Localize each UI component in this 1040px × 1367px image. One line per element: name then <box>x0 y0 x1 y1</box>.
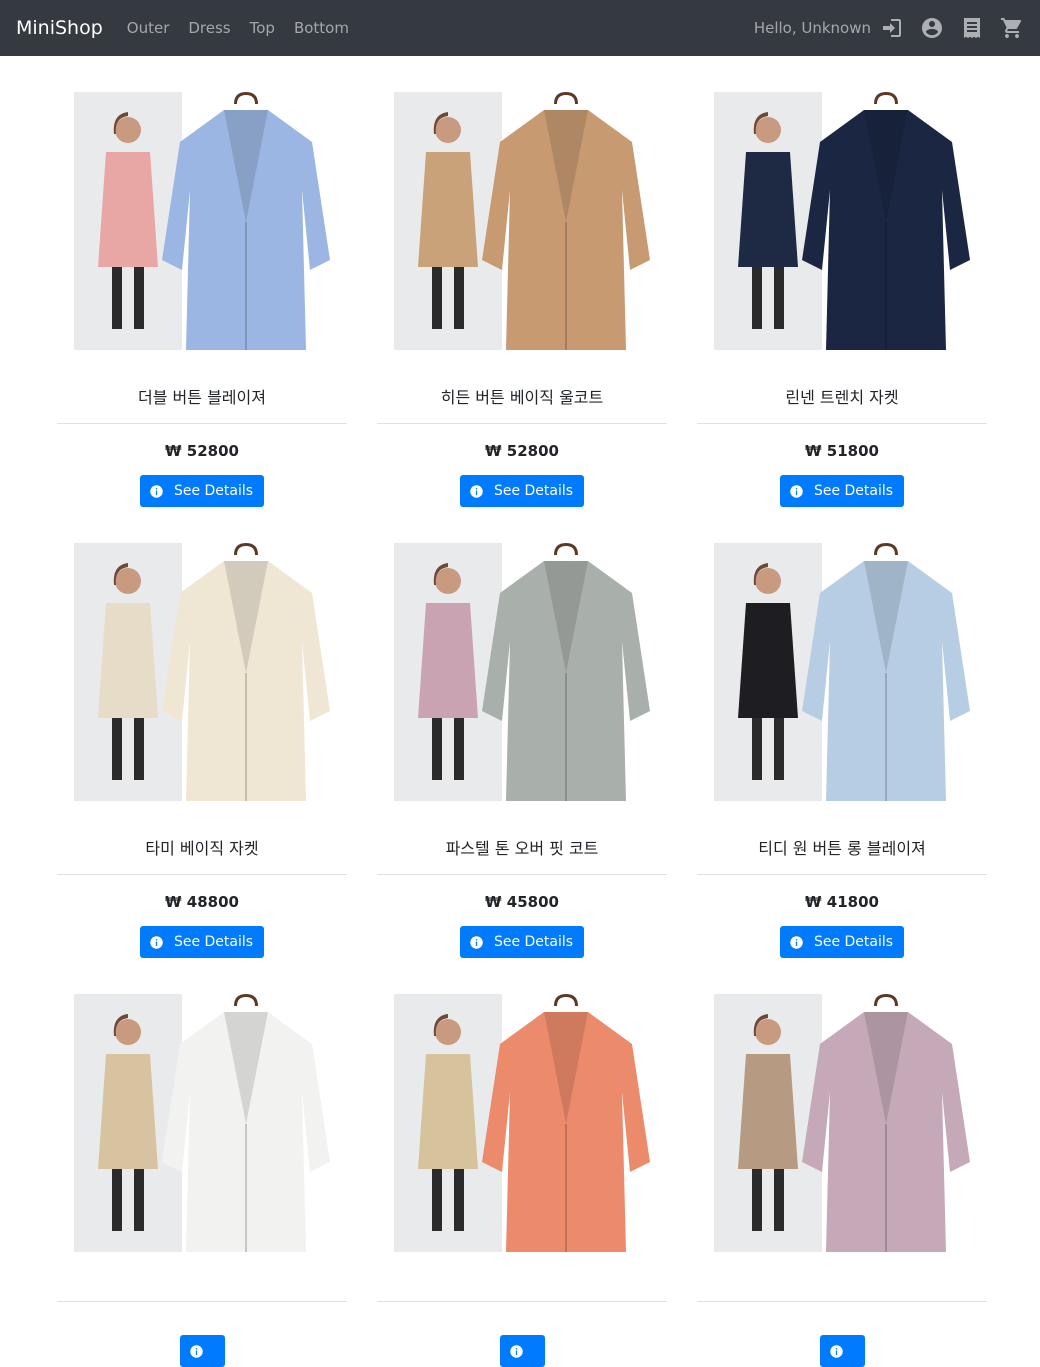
product-price: ₩ 45800 <box>485 893 559 911</box>
nav-link-outer[interactable]: Outer <box>127 19 170 37</box>
see-details-button[interactable]: See Details <box>459 926 585 958</box>
product-name: 린넨 트렌치 자켓 <box>697 384 987 424</box>
account-icon[interactable] <box>920 16 944 40</box>
product-price: ₩ 51800 <box>805 442 879 460</box>
info-icon <box>150 484 163 498</box>
info-icon <box>470 935 483 949</box>
product-image[interactable] <box>377 537 667 807</box>
product-card: 파스텔 톤 오버 핏 코트 ₩ 45800 See Details <box>377 537 667 958</box>
nav-links: Outer Dress Top Bottom <box>127 19 349 37</box>
product-name <box>377 1286 667 1302</box>
see-details-label: See Details <box>813 483 894 499</box>
model-outfit <box>738 603 798 718</box>
product-price: ₩ 41800 <box>805 893 879 911</box>
product-card <box>57 988 347 1367</box>
model-head <box>755 568 781 594</box>
model-outfit <box>738 152 798 267</box>
info-icon <box>790 484 803 498</box>
product-image[interactable] <box>697 988 987 1258</box>
product-image[interactable] <box>57 988 347 1258</box>
product-price: ₩ 52800 <box>165 442 239 460</box>
nav-link-top[interactable]: Top <box>250 19 275 37</box>
nav-link-dress[interactable]: Dress <box>188 19 230 37</box>
product-card: 히든 버튼 베이직 울코트 ₩ 52800 See Details <box>377 86 667 507</box>
product-image[interactable] <box>697 86 987 356</box>
product-image[interactable] <box>57 86 347 356</box>
info-icon <box>829 1344 843 1358</box>
product-image[interactable] <box>57 537 347 807</box>
see-details-button[interactable] <box>499 1335 545 1367</box>
hanger <box>554 92 578 104</box>
product-image[interactable] <box>697 537 987 807</box>
product-name: 더블 버튼 블레이져 <box>57 384 347 424</box>
nav-right: Hello, Unknown <box>754 16 1024 40</box>
model-outfit <box>418 1054 478 1169</box>
info-icon <box>150 935 163 949</box>
info-icon <box>790 935 803 949</box>
model-outfit <box>418 152 478 267</box>
model-outfit <box>738 1054 798 1169</box>
model-head <box>115 568 141 594</box>
hanger <box>874 92 898 104</box>
model-outfit <box>98 603 158 718</box>
product-card: 타미 베이직 자켓 ₩ 48800 See Details <box>57 537 347 958</box>
receipt-icon[interactable] <box>960 16 984 40</box>
model-head <box>755 117 781 143</box>
hanger <box>234 543 258 555</box>
product-name <box>57 1286 347 1302</box>
product-name: 히든 버튼 베이직 울코트 <box>377 384 667 424</box>
cart-icon[interactable] <box>1000 16 1024 40</box>
product-image[interactable] <box>377 86 667 356</box>
see-details-button[interactable]: See Details <box>139 926 265 958</box>
product-card: 더블 버튼 블레이져 ₩ 52800 See Details <box>57 86 347 507</box>
hanger <box>874 994 898 1006</box>
product-price: ₩ 52800 <box>485 442 559 460</box>
model-head <box>435 1019 461 1045</box>
model-head <box>115 117 141 143</box>
product-name <box>697 1286 987 1302</box>
hanger <box>554 543 578 555</box>
navbar: MiniShop Outer Dress Top Bottom Hello, U… <box>0 0 1040 56</box>
see-details-label: See Details <box>493 934 574 950</box>
model-outfit <box>98 1054 158 1169</box>
product-name: 티디 원 버튼 롱 블레이져 <box>697 835 987 875</box>
hanger <box>874 543 898 555</box>
see-details-button[interactable]: See Details <box>779 475 905 507</box>
product-name: 파스텔 톤 오버 핏 코트 <box>377 835 667 875</box>
model-head <box>435 568 461 594</box>
info-icon <box>189 1344 203 1358</box>
see-details-button[interactable] <box>819 1335 865 1367</box>
see-details-label: See Details <box>173 934 254 950</box>
product-card <box>697 988 987 1367</box>
hanger <box>554 994 578 1006</box>
see-details-label: See Details <box>813 934 894 950</box>
info-icon <box>509 1344 523 1358</box>
login-icon[interactable] <box>880 16 904 40</box>
see-details-button[interactable] <box>179 1335 225 1367</box>
info-icon <box>470 484 483 498</box>
product-card: 린넨 트렌치 자켓 ₩ 51800 See Details <box>697 86 987 507</box>
see-details-label: See Details <box>493 483 574 499</box>
model-outfit <box>98 152 158 267</box>
model-head <box>755 1019 781 1045</box>
product-image[interactable] <box>377 988 667 1258</box>
model-outfit <box>418 603 478 718</box>
see-details-button[interactable]: See Details <box>459 475 585 507</box>
product-card: 티디 원 버튼 롱 블레이져 ₩ 41800 See Details <box>697 537 987 958</box>
product-price: ₩ 48800 <box>165 893 239 911</box>
product-grid: 더블 버튼 블레이져 ₩ 52800 See Details 히든 버튼 베이직 울코… <box>0 56 1040 1367</box>
model-head <box>115 1019 141 1045</box>
hanger <box>234 994 258 1006</box>
model-head <box>435 117 461 143</box>
see-details-button[interactable]: See Details <box>779 926 905 958</box>
see-details-button[interactable]: See Details <box>139 475 265 507</box>
brand-logo[interactable]: MiniShop <box>16 17 103 39</box>
user-greeting: Hello, Unknown <box>753 19 871 37</box>
nav-link-bottom[interactable]: Bottom <box>294 19 349 37</box>
hanger <box>234 92 258 104</box>
see-details-label: See Details <box>173 483 254 499</box>
product-card <box>377 988 667 1367</box>
product-name: 타미 베이직 자켓 <box>57 835 347 875</box>
